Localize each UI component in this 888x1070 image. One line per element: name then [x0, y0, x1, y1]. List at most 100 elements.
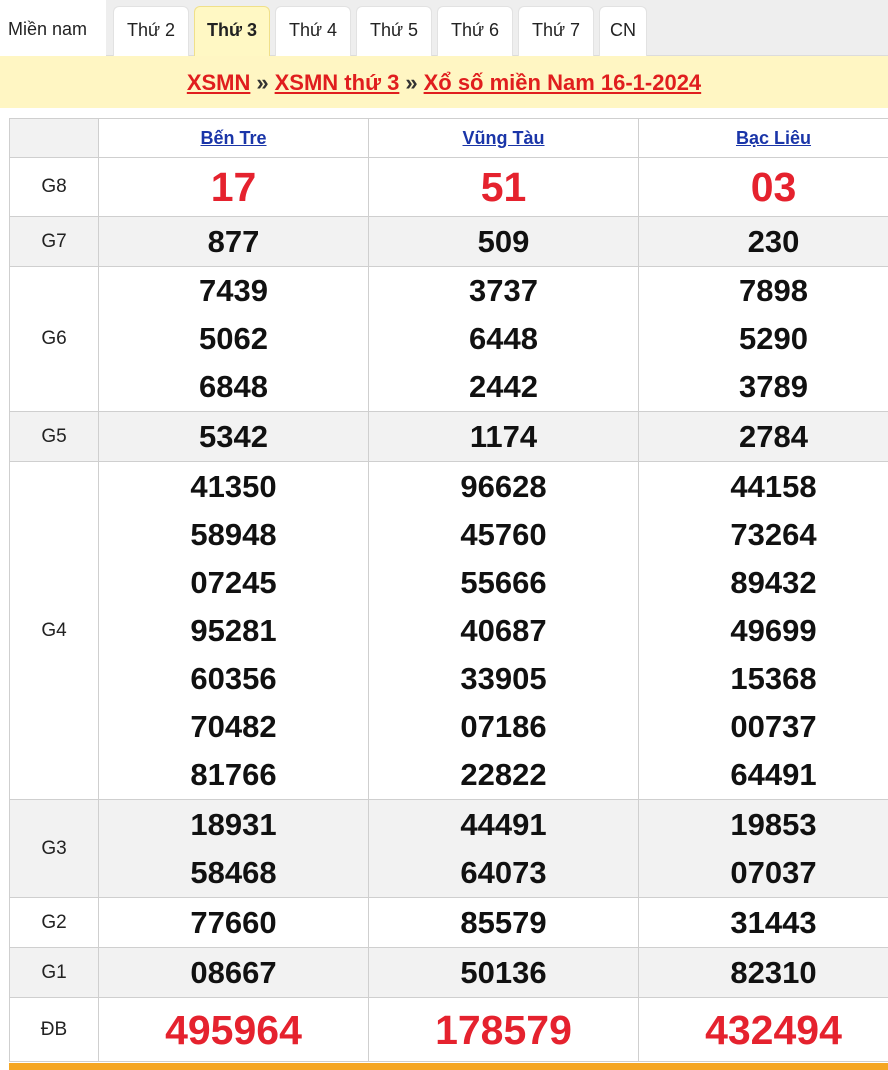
prize-number: 03: [750, 164, 797, 210]
prize-cell: 230: [638, 216, 888, 267]
province-link-vung-tau[interactable]: Vũng Tàu: [463, 128, 545, 148]
prize-label: ĐB: [9, 997, 99, 1062]
prize-cell: 5342: [98, 411, 369, 462]
prize-number: 45760: [460, 516, 547, 552]
province-link-ben-tre[interactable]: Bến Tre: [200, 128, 266, 148]
prize-cell: 82310: [638, 947, 888, 998]
prize-number: 509: [477, 223, 530, 259]
prize-number: 58948: [190, 516, 277, 552]
prize-cell: 877: [98, 216, 369, 267]
prize-number: 08667: [190, 954, 277, 990]
prize-number: 41350: [190, 468, 277, 504]
prize-cell: 7439 5062 6848: [98, 266, 369, 412]
tab-mien-nam[interactable]: Miền nam: [0, 0, 106, 56]
prize-number: 07186: [460, 708, 547, 744]
prize-cell: 44158 73264 89432 49699 15368 00737 64491: [638, 461, 888, 800]
tab-thu-2[interactable]: Thứ 2: [113, 6, 189, 56]
province-header: Bạc Liêu: [638, 118, 888, 158]
tab-cn[interactable]: CN: [599, 6, 647, 56]
bottom-accent-bar: [9, 1063, 888, 1070]
prize-number: 96628: [460, 468, 547, 504]
prize-number: 64073: [460, 854, 547, 890]
breadcrumb-date-link[interactable]: Xổ số miền Nam 16-1-2024: [424, 70, 702, 95]
prize-number: 31443: [730, 904, 817, 940]
prize-cell: 03: [638, 157, 888, 217]
prize-cell: 17: [98, 157, 369, 217]
prize-cell: 19853 07037: [638, 799, 888, 898]
prize-label: G1: [9, 947, 99, 998]
prize-cell: 178579: [368, 997, 639, 1062]
prize-label: G6: [9, 266, 99, 412]
prize-number: 18931: [190, 806, 277, 842]
prize-number: 85579: [460, 904, 547, 940]
tab-thu-3[interactable]: Thứ 3: [194, 6, 270, 57]
prize-number: 19853: [730, 806, 817, 842]
prize-cell: 432494: [638, 997, 888, 1062]
prize-number: 77660: [190, 904, 277, 940]
results-table: Bến Tre Vũng Tàu Bạc Liêu G8 17 51 03 G7 877 5…: [9, 118, 888, 1062]
prize-number: 3789: [739, 369, 808, 404]
prize-number: 5062: [199, 321, 268, 356]
prize-cell: 3737 6448 2442: [368, 266, 639, 412]
prize-number: 6448: [469, 321, 538, 356]
prize-row-g1: G1 08667 50136 82310: [9, 947, 888, 998]
province-header: Bến Tre: [98, 118, 369, 158]
prize-cell: 31443: [638, 897, 888, 948]
breadcrumb-separator: »: [256, 70, 269, 95]
prize-cell: 85579: [368, 897, 639, 948]
prize-row-g5: G5 5342 1174 2784: [9, 411, 888, 462]
prize-row-g7: G7 877 509 230: [9, 216, 888, 267]
prize-number: 60356: [190, 660, 277, 696]
prize-number: 3737: [469, 273, 538, 308]
tab-thu-7[interactable]: Thứ 7: [518, 6, 594, 56]
prize-label: G4: [9, 461, 99, 800]
prize-label: G2: [9, 897, 99, 948]
prize-number: 7898: [739, 273, 808, 308]
prize-row-db: ĐB 495964 178579 432494: [9, 997, 888, 1062]
prize-number: 95281: [190, 612, 277, 648]
header-corner: [9, 118, 99, 158]
prize-number: 877: [207, 223, 260, 259]
prize-label: G7: [9, 216, 99, 267]
breadcrumb-xsmn-link[interactable]: XSMN: [187, 70, 251, 95]
special-prize-number: 432494: [705, 1006, 842, 1053]
prize-cell: 96628 45760 55666 40687 33905 07186 22822: [368, 461, 639, 800]
province-link-bac-lieu[interactable]: Bạc Liêu: [736, 128, 811, 148]
prize-number: 33905: [460, 660, 547, 696]
province-header-row: Bến Tre Vũng Tàu Bạc Liêu: [9, 118, 888, 158]
prize-number: 70482: [190, 708, 277, 744]
tab-thu-6[interactable]: Thứ 6: [437, 6, 513, 56]
prize-number: 73264: [730, 516, 817, 552]
prize-number: 07245: [190, 564, 277, 600]
prize-number: 230: [747, 223, 800, 259]
prize-number: 49699: [730, 612, 817, 648]
prize-number: 81766: [190, 756, 277, 792]
prize-number: 15368: [730, 660, 817, 696]
prize-number: 07037: [730, 854, 817, 890]
prize-cell: 51: [368, 157, 639, 217]
prize-row-g3: G3 18931 58468 44491 64073 19853 07037: [9, 799, 888, 898]
breadcrumb-separator: »: [405, 70, 418, 95]
prize-cell: 41350 58948 07245 95281 60356 70482 81766: [98, 461, 369, 800]
prize-cell: 44491 64073: [368, 799, 639, 898]
prize-label: G3: [9, 799, 99, 898]
prize-row-g8: G8 17 51 03: [9, 157, 888, 217]
prize-cell: 77660: [98, 897, 369, 948]
prize-cell: 2784: [638, 411, 888, 462]
prize-number: 5290: [739, 321, 808, 356]
page-title-breadcrumb: XSMN» XSMN thứ 3» Xổ số miền Nam 16-1-2024: [0, 56, 888, 108]
prize-cell: 50136: [368, 947, 639, 998]
tab-thu-4[interactable]: Thứ 4: [275, 6, 351, 56]
prize-number: 82310: [730, 954, 817, 990]
prize-row-g6: G6 7439 5062 6848 3737 6448 2442 7898 5290 3789: [9, 266, 888, 412]
prize-cell: 08667: [98, 947, 369, 998]
tab-thu-5[interactable]: Thứ 5: [356, 6, 432, 56]
prize-row-g2: G2 77660 85579 31443: [9, 897, 888, 948]
prize-number: 17: [210, 164, 257, 210]
prize-number: 1174: [469, 418, 538, 454]
prize-label: G5: [9, 411, 99, 462]
breadcrumb-xsmn-thu3-link[interactable]: XSMN thứ 3: [275, 70, 400, 95]
prize-number: 00737: [730, 708, 817, 744]
prize-number: 5342: [199, 418, 268, 454]
prize-cell: 7898 5290 3789: [638, 266, 888, 412]
